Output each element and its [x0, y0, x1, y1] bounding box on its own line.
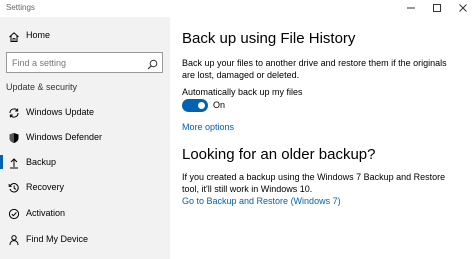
sidebar-item-label: Activation	[26, 208, 66, 218]
sidebar: Home Update & security Windows Update Wi…	[0, 17, 170, 259]
search-input[interactable]	[7, 53, 142, 72]
home-icon	[8, 30, 20, 48]
page-description: Back up your files to another drive and …	[182, 58, 447, 80]
person-pin-icon	[8, 233, 20, 251]
history-icon	[8, 181, 20, 199]
auto-backup-toggle[interactable]	[182, 99, 208, 112]
shield-icon	[8, 131, 20, 149]
toggle-label: Automatically back up my files	[182, 87, 303, 97]
maximize-icon	[433, 4, 441, 12]
sidebar-item-label: Windows Defender	[26, 132, 103, 142]
minimize-icon	[407, 7, 415, 9]
sync-icon	[8, 106, 20, 124]
backup-restore-link[interactable]: Go to Backup and Restore (Windows 7)	[182, 196, 341, 206]
minimize-button[interactable]	[404, 2, 418, 14]
upload-arrow-icon	[8, 156, 20, 174]
sidebar-item-backup[interactable]: Backup	[0, 152, 170, 172]
search-icon[interactable]	[147, 57, 158, 75]
close-button[interactable]	[456, 2, 470, 14]
title-bar: Settings	[0, 0, 474, 17]
close-icon	[459, 4, 467, 12]
search-box	[6, 52, 163, 73]
checkmark-circle-icon	[8, 207, 20, 225]
sidebar-item-label: Windows Update	[26, 107, 95, 117]
toggle-state-text: On	[213, 100, 226, 110]
sidebar-item-recovery[interactable]: Recovery	[0, 177, 170, 197]
maximize-button[interactable]	[430, 2, 444, 14]
page-title: Back up using File History	[182, 30, 356, 47]
section-header: Update & security	[6, 82, 78, 92]
section-title: Looking for an older backup?	[182, 146, 376, 163]
main-content: Back up using File History Back up your …	[170, 17, 474, 259]
sidebar-item-windows-update[interactable]: Windows Update	[0, 102, 170, 122]
sidebar-item-windows-defender[interactable]: Windows Defender	[0, 127, 170, 147]
section-description: If you created a backup using the Window…	[182, 172, 446, 194]
more-options-link[interactable]: More options	[182, 122, 234, 132]
window-title: Settings	[6, 3, 35, 12]
sidebar-item-activation[interactable]: Activation	[0, 203, 170, 223]
sidebar-item-label: Recovery	[26, 182, 65, 192]
sidebar-item-label: Backup	[26, 157, 57, 167]
sidebar-item-label: Find My Device	[26, 234, 89, 244]
sidebar-item-label: Home	[26, 30, 51, 40]
sidebar-item-home[interactable]: Home	[0, 26, 170, 46]
toggle-knob	[198, 102, 205, 109]
active-indicator	[0, 155, 3, 169]
sidebar-item-find-my-device[interactable]: Find My Device	[0, 229, 170, 249]
